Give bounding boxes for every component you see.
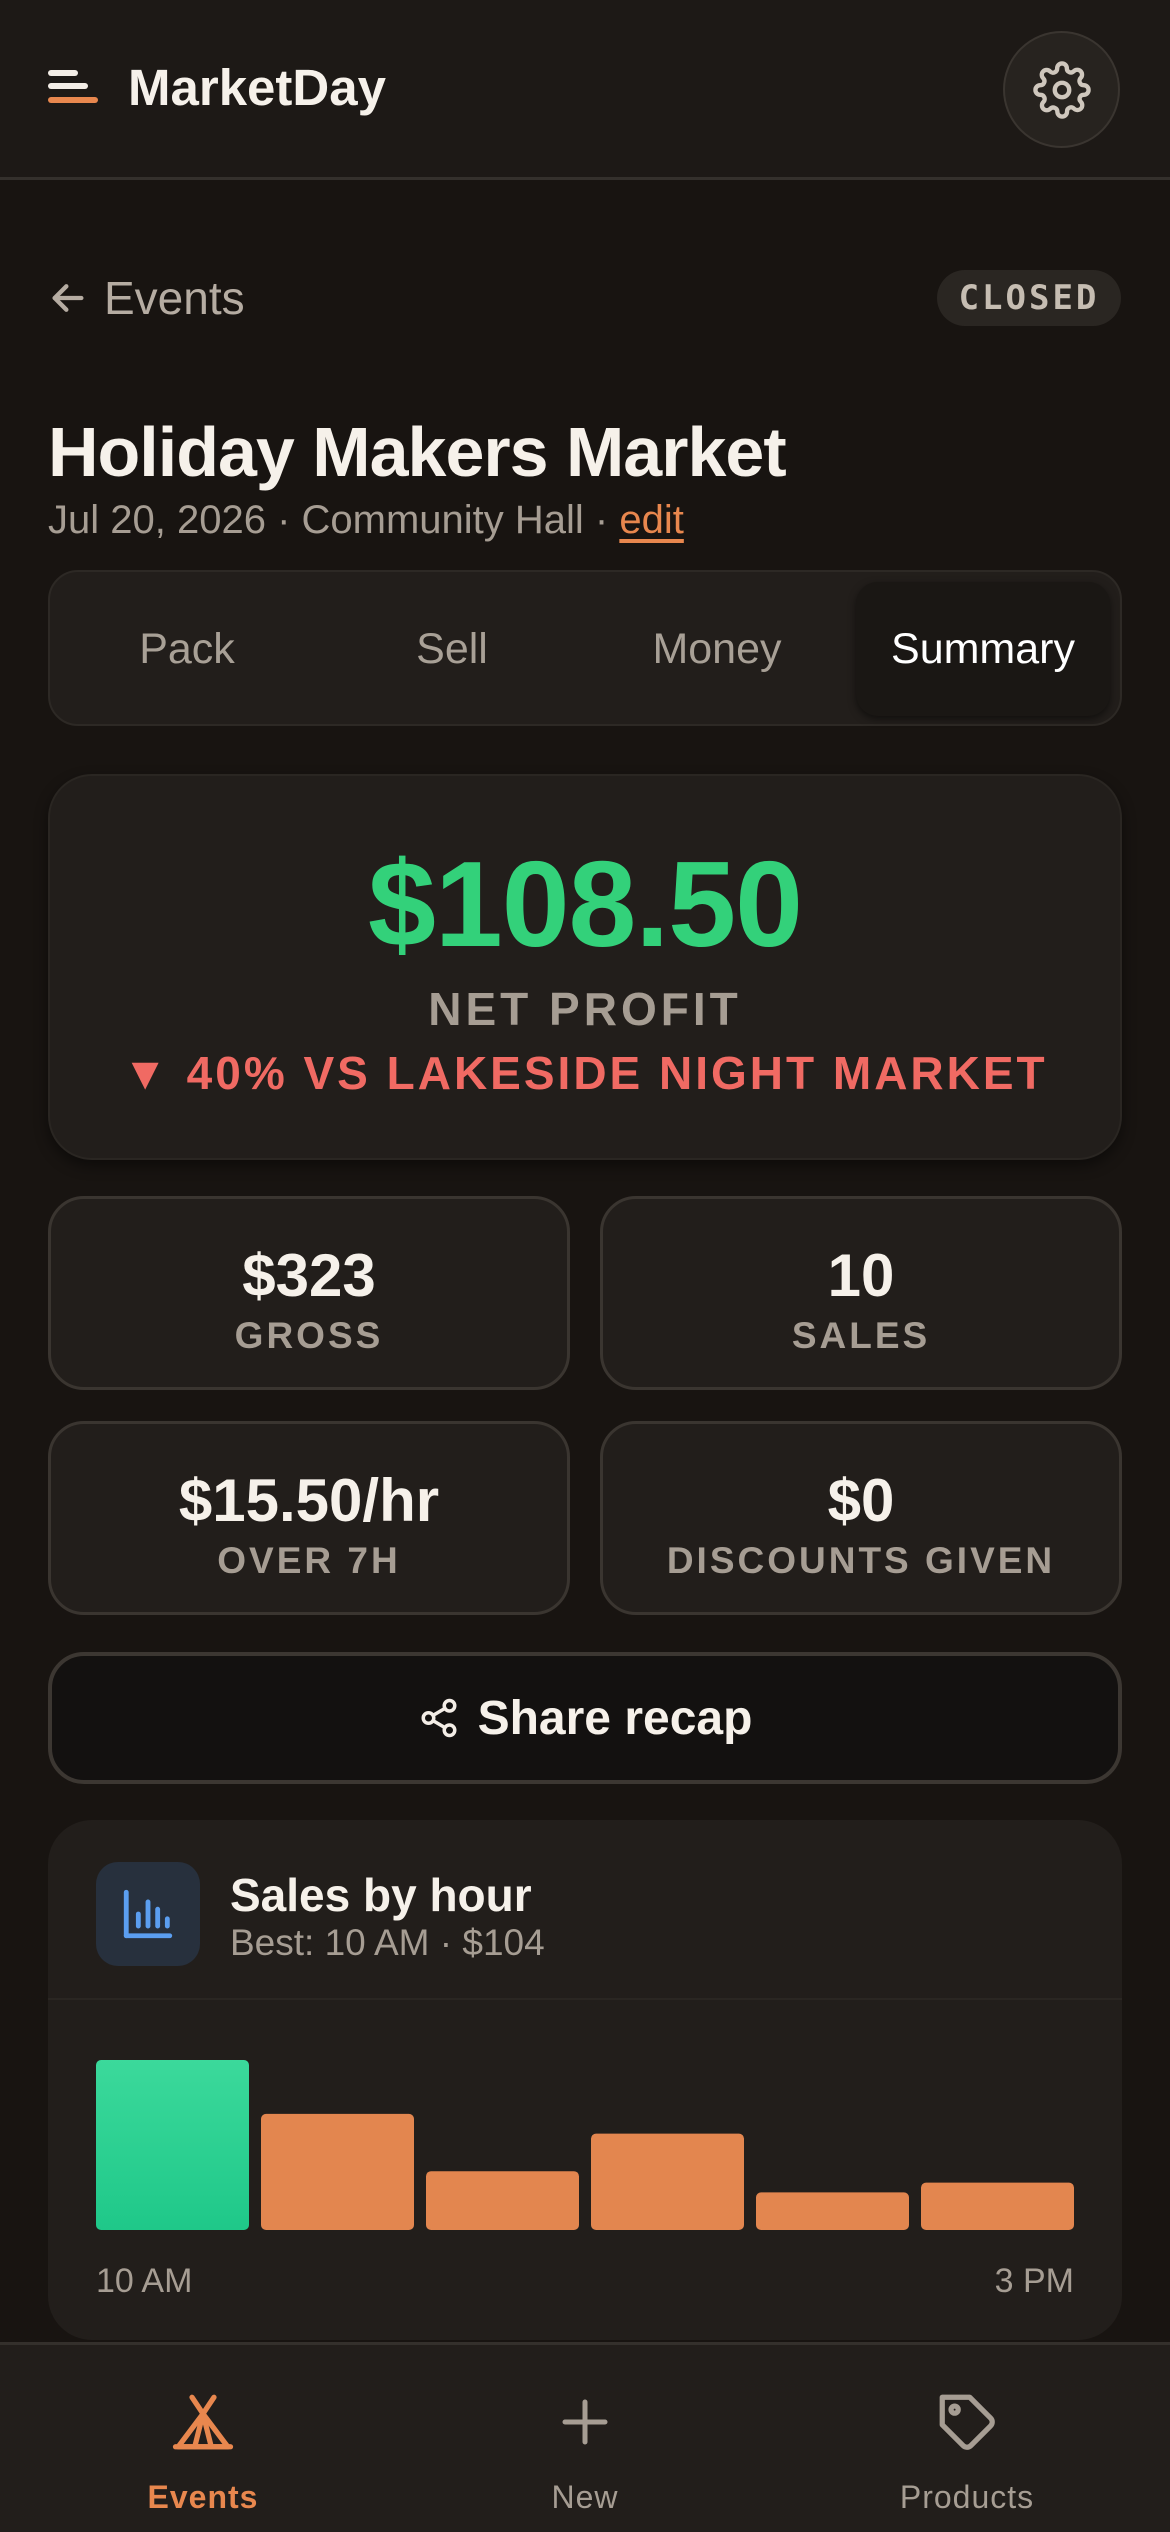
chart-icon-box xyxy=(96,1862,200,1966)
settings-button[interactable] xyxy=(1003,31,1120,148)
divider xyxy=(48,1998,1122,2000)
tab-money[interactable]: Money xyxy=(590,582,844,716)
app-header: MarketDay xyxy=(0,0,1170,180)
nav-products-label: Products xyxy=(899,2479,1035,2515)
tab-sell[interactable]: Sell xyxy=(325,582,579,716)
back-link-label: Events xyxy=(104,272,245,324)
stat-value: $15.50/hr xyxy=(178,1467,440,1534)
event-tabs: Pack Sell Money Summary xyxy=(48,570,1122,726)
plus-icon xyxy=(562,2399,608,2445)
share-icon xyxy=(421,1698,457,1738)
app-title: MarketDay xyxy=(128,59,386,116)
x-axis-start-label: 10 AM xyxy=(96,2262,193,2300)
share-recap-button[interactable]: Share recap xyxy=(48,1652,1122,1784)
bar-10-am xyxy=(96,2060,249,2230)
bar-12-pm xyxy=(426,2171,579,2230)
nav-new[interactable]: New xyxy=(390,2345,780,2532)
bar-chart-icon xyxy=(123,1889,173,1939)
x-axis-end-label: 3 PM xyxy=(994,2262,1074,2300)
stat-value: $323 xyxy=(242,1242,376,1309)
net-profit-card: $108.50 NET PROFIT ▼ 40% VS LAKESIDE NIG… xyxy=(48,774,1122,1160)
page-title: Holiday Makers Market xyxy=(48,413,787,491)
stat-card-gross: $323 GROSS xyxy=(48,1196,570,1390)
bar-2-pm xyxy=(756,2192,909,2230)
nav-events[interactable]: Events xyxy=(8,2345,398,2532)
stat-card-hourly-rate: $15.50/hr OVER 7H xyxy=(48,1421,570,1615)
stat-value: 10 xyxy=(827,1242,895,1309)
comparison-text: ▼ 40% VS LAKESIDE NIGHT MARKET xyxy=(122,1047,1048,1099)
stat-label: DISCOUNTS GIVEN xyxy=(666,1540,1056,1581)
sales-bar-chart xyxy=(96,2060,1074,2230)
back-to-events-link[interactable]: Events xyxy=(48,270,245,326)
stat-label: OVER 7H xyxy=(217,1540,401,1581)
stat-card-sales: 10 SALES xyxy=(600,1196,1122,1390)
stat-label: SALES xyxy=(791,1315,931,1356)
bottom-nav: Events New Products xyxy=(0,2342,1170,2532)
meta-separator: · xyxy=(265,498,302,542)
edit-event-link[interactable]: edit xyxy=(619,498,684,542)
nav-products[interactable]: Products xyxy=(772,2345,1162,2532)
tent-icon xyxy=(172,2394,234,2450)
nav-events-label: Events xyxy=(147,2479,259,2515)
net-profit-value: $108.50 xyxy=(368,836,803,972)
tag-icon xyxy=(939,2394,995,2450)
status-badge: CLOSED xyxy=(937,270,1121,326)
bar-1-pm xyxy=(591,2133,744,2230)
tab-summary[interactable]: Summary xyxy=(856,582,1110,716)
event-meta: Jul 20, 2026 · Community Hall · edit xyxy=(48,498,684,543)
share-recap-label: Share recap xyxy=(477,1691,753,1745)
stat-card-discounts: $0 DISCOUNTS GIVEN xyxy=(600,1421,1122,1615)
menu-icon[interactable] xyxy=(48,70,98,110)
meta-separator: · xyxy=(583,498,620,542)
bar-11-am xyxy=(261,2113,414,2230)
sales-by-hour-card: Sales by hour Best: 10 AM · $104 10 AM 3… xyxy=(48,1820,1122,2340)
stat-label: GROSS xyxy=(234,1315,384,1356)
bar-3-pm xyxy=(921,2182,1074,2230)
arrow-left-icon xyxy=(52,284,84,312)
tab-pack[interactable]: Pack xyxy=(60,582,314,716)
net-profit-label: NET PROFIT xyxy=(428,983,742,1035)
nav-new-label: New xyxy=(551,2479,619,2515)
chart-subtitle: Best: 10 AM · $104 xyxy=(230,1922,545,1963)
chart-title: Sales by hour xyxy=(230,1869,532,1921)
stat-value: $0 xyxy=(827,1467,895,1534)
event-date: Jul 20, 2026 xyxy=(48,498,266,542)
event-location: Community Hall xyxy=(301,498,584,542)
gear-icon xyxy=(1032,60,1091,119)
